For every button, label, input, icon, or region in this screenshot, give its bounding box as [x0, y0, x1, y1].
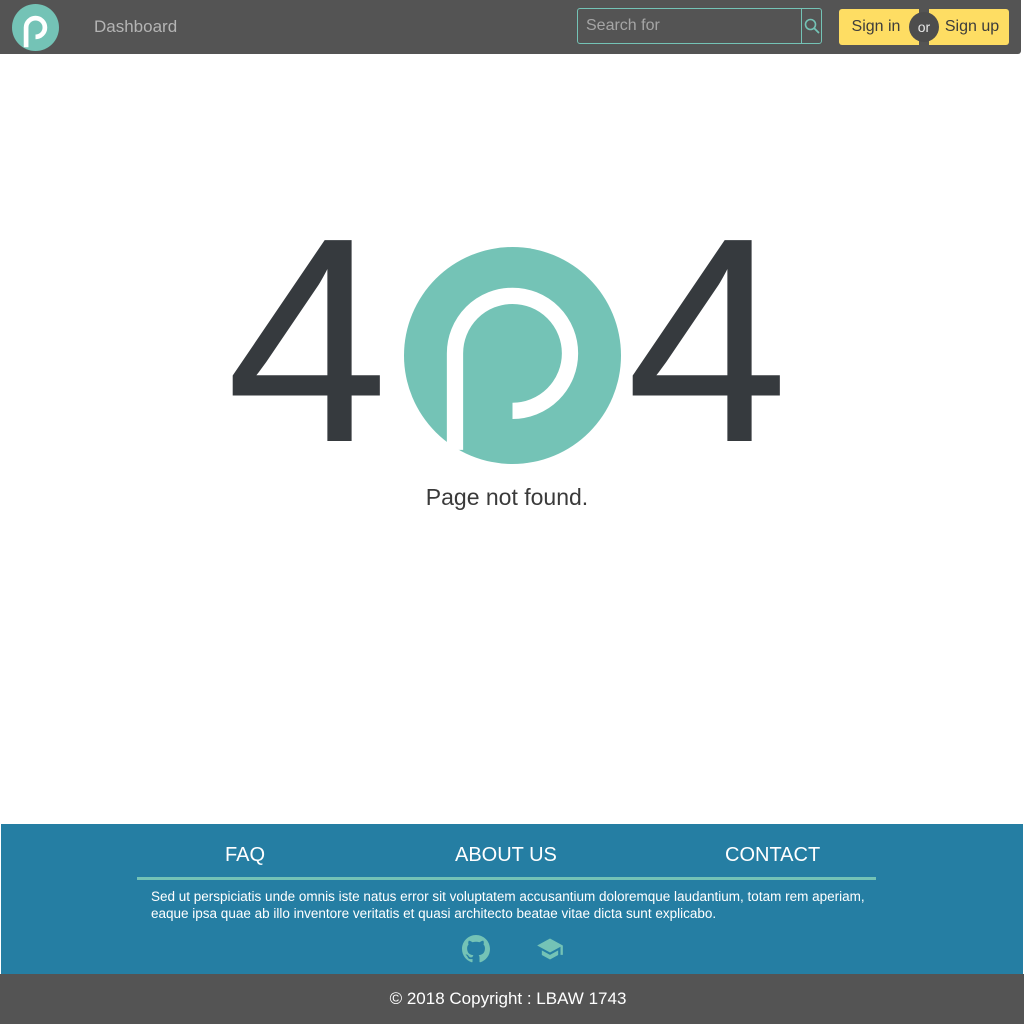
dashboard-link[interactable]: Dashboard — [94, 17, 177, 37]
footer-link-faq[interactable]: FAQ — [225, 844, 265, 867]
search-icon — [804, 18, 819, 34]
footer-link-about-us[interactable]: ABOUT US — [455, 844, 557, 867]
footer-link-contact[interactable]: CONTACT — [725, 844, 820, 867]
footer-divider — [137, 877, 876, 880]
graduation-cap-icon[interactable] — [536, 935, 564, 963]
p-logo-icon[interactable] — [12, 4, 59, 51]
sign-in-button[interactable]: Sign in — [839, 9, 919, 45]
footer: FAQ ABOUT US CONTACT Sed ut perspiciatis… — [1, 824, 1023, 974]
github-icon[interactable] — [462, 935, 490, 963]
sign-up-button[interactable]: Sign up — [929, 9, 1009, 45]
footer-description: Sed ut perspiciatis unde omnis iste natu… — [151, 889, 865, 921]
page-not-found-message: Page not found. — [425, 484, 589, 510]
error-digit-right: 4 — [626, 177, 789, 503]
error-digit-left: 4 — [226, 177, 389, 503]
search-button[interactable] — [801, 9, 821, 43]
search-form — [577, 8, 822, 44]
p-logo-zero-icon — [404, 247, 621, 464]
copyright-bar: © 2018 Copyright : LBAW 1743 — [0, 974, 1024, 1024]
or-badge: or — [909, 12, 939, 42]
top-navbar: Dashboard Sign in Sign up or — [0, 0, 1021, 54]
search-input[interactable] — [578, 9, 801, 43]
